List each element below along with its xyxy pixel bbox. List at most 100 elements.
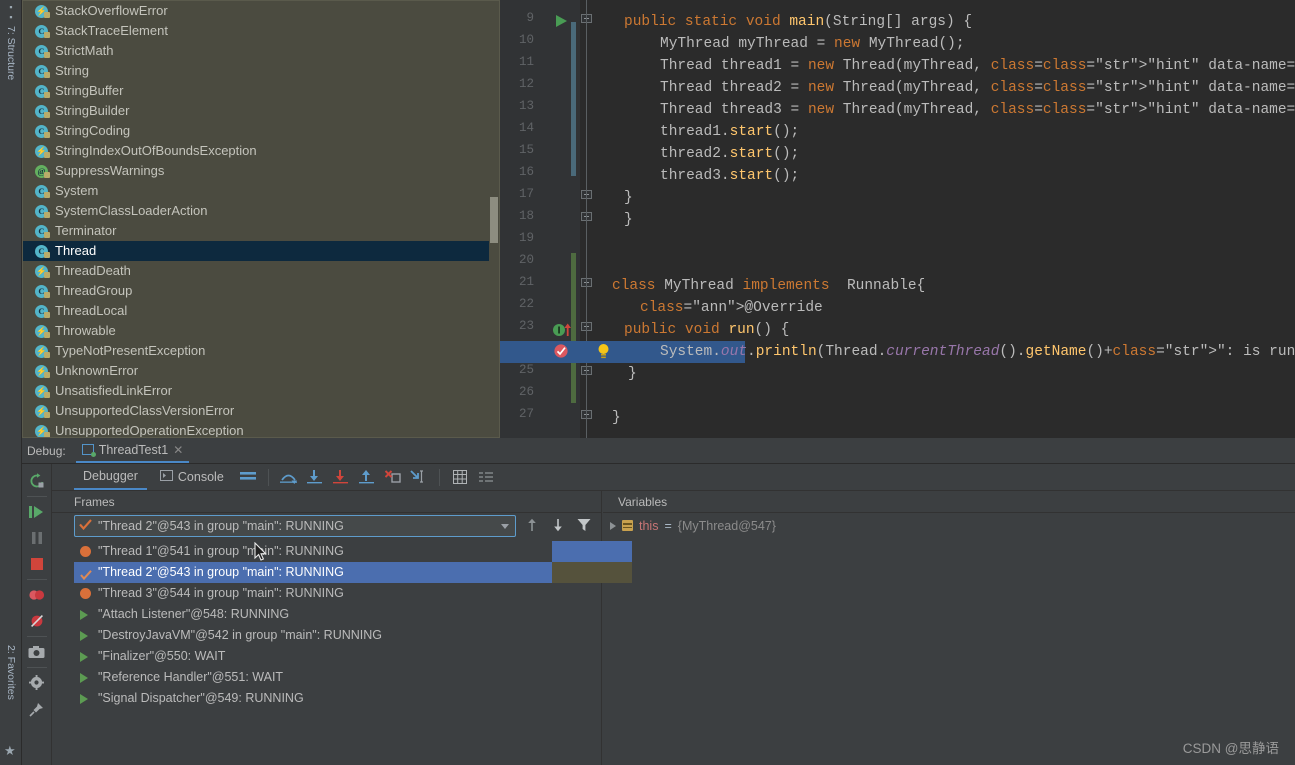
code-line[interactable] [594, 385, 660, 407]
code-line[interactable]: class="ann">@Override [594, 297, 823, 319]
force-step-into-icon[interactable] [330, 466, 352, 488]
completion-item[interactable]: C System [23, 181, 499, 201]
completion-list[interactable]: ⚡ StackOverflowError C StackTraceElement C St… [23, 1, 499, 438]
code-text-area[interactable]: public static void main(String[] args) {… [594, 0, 1295, 438]
run-to-cursor-icon[interactable] [408, 466, 430, 488]
completion-item[interactable]: C Terminator [23, 221, 499, 241]
code-line[interactable]: } [594, 187, 633, 209]
completion-scrollbar-thumb[interactable] [490, 197, 498, 243]
completion-item[interactable]: C String [23, 61, 499, 81]
rail-item-structure[interactable]: ▪▪ 7: Structure [0, 2, 22, 80]
step-out-icon[interactable] [356, 466, 378, 488]
completion-item-label: StringIndexOutOfBoundsException [55, 143, 257, 158]
rail-item-favorites[interactable]: 2: Favorites [0, 645, 22, 737]
completion-item[interactable]: C StringCoding [23, 121, 499, 141]
layout-settings-icon[interactable] [237, 466, 259, 488]
thread-row[interactable]: "DestroyJavaVM"@542 in group "main": RUN… [74, 625, 552, 646]
code-line[interactable]: class MyThread implements Runnable{ [594, 275, 925, 297]
code-line[interactable]: System.out.println(Thread.currentThread(… [594, 341, 1295, 363]
thread-row[interactable]: "Reference Handler"@551: WAIT [74, 667, 552, 688]
drop-frame-icon[interactable] [382, 466, 404, 488]
variable-row-this[interactable]: this = {MyThread@547} [603, 515, 1295, 536]
code-line[interactable]: thread3.start(); [594, 165, 799, 187]
thread-row[interactable]: "Finalizer"@550: WAIT [74, 646, 552, 667]
completion-item[interactable]: C StrictMath [23, 41, 499, 61]
code-line[interactable]: thread1.start(); [594, 121, 799, 143]
close-icon[interactable]: ✕ [173, 443, 183, 457]
fold-column[interactable] [578, 0, 594, 438]
completion-item[interactable]: C StringBuffer [23, 81, 499, 101]
breakpoint-icon[interactable] [553, 343, 569, 362]
lock-icon [44, 232, 50, 238]
code-line[interactable]: Thread thread3 = new Thread(myThread, cl… [594, 99, 1295, 121]
editor-gutter[interactable]: 9101112131415161718192021222324252627 [500, 0, 580, 438]
override-method-gutter-icon[interactable] [552, 322, 576, 341]
tab-console[interactable]: Console [151, 464, 233, 490]
camera-icon[interactable] [24, 639, 50, 665]
code-line[interactable] [594, 231, 660, 253]
view-breakpoints-list-icon[interactable] [475, 466, 497, 488]
line-number: 13 [518, 99, 534, 113]
completion-item[interactable]: C ThreadGroup [23, 281, 499, 301]
step-over-icon[interactable] [278, 466, 300, 488]
code-line[interactable]: MyThread myThread = new MyThread(); [594, 33, 965, 55]
completion-item-label: UnsupportedOperationException [55, 423, 244, 438]
arrow-up-icon[interactable] [524, 517, 542, 535]
code-line[interactable]: thread2.start(); [594, 143, 799, 165]
completion-item[interactable]: @ SuppressWarnings [23, 161, 499, 181]
completion-item[interactable]: ⚡ Throwable [23, 321, 499, 341]
rerun-icon[interactable] [24, 468, 50, 494]
completion-item[interactable]: C StackTraceElement [23, 21, 499, 41]
completion-item[interactable]: C StringBuilder [23, 101, 499, 121]
arrow-down-icon[interactable] [550, 517, 568, 535]
completion-item[interactable]: ⚡ UnsatisfiedLinkError [23, 381, 499, 401]
completion-scrollbar-track[interactable] [489, 1, 499, 437]
line-number: 15 [518, 143, 534, 157]
code-completion-popup[interactable]: ⚡ StackOverflowError C StackTraceElement C St… [22, 0, 500, 438]
thread-list[interactable]: "Thread 1"@541 in group "main": RUNNING "… [74, 541, 552, 709]
tab-debugger[interactable]: Debugger [74, 464, 147, 490]
star-icon[interactable]: ★ [4, 743, 16, 759]
settings-icon[interactable] [24, 670, 50, 696]
completion-item[interactable]: C Thread [23, 241, 499, 261]
completion-item[interactable]: ⚡ UnknownError [23, 361, 499, 381]
completion-item[interactable]: ⚡ UnsupportedClassVersionError [23, 401, 499, 421]
code-line[interactable]: Thread thread1 = new Thread(myThread, cl… [594, 55, 1295, 77]
evaluate-expression-icon[interactable] [449, 466, 471, 488]
resume-program-icon[interactable] [24, 499, 50, 525]
filter-icon[interactable] [576, 517, 594, 535]
mute-breakpoints-icon[interactable] [24, 608, 50, 634]
thread-row[interactable]: "Thread 3"@544 in group "main": RUNNING [74, 583, 552, 604]
completion-item[interactable]: ⚡ StackOverflowError [23, 1, 499, 21]
code-line[interactable]: public void run() { [594, 319, 789, 341]
code-line[interactable] [594, 253, 660, 275]
chevron-down-icon[interactable] [501, 524, 509, 529]
completion-item[interactable]: C ThreadLocal [23, 301, 499, 321]
thread-row-label: "Attach Listener"@548: RUNNING [98, 607, 290, 621]
running-thread-icon [80, 673, 88, 683]
run-gutter-icon[interactable] [555, 14, 568, 31]
code-line[interactable]: Thread thread2 = new Thread(myThread, cl… [594, 77, 1295, 99]
step-into-icon[interactable] [304, 466, 326, 488]
code-line[interactable]: public static void main(String[] args) { [594, 11, 972, 33]
thread-row[interactable]: "Attach Listener"@548: RUNNING [74, 604, 552, 625]
completion-item[interactable]: ⚡ StringIndexOutOfBoundsException [23, 141, 499, 161]
thread-row[interactable]: "Thread 2"@543 in group "main": RUNNING [74, 562, 552, 583]
stop-icon[interactable] [24, 551, 50, 577]
code-line[interactable]: } [594, 407, 621, 429]
view-breakpoints-icon[interactable] [24, 582, 50, 608]
completion-item-label: UnsatisfiedLinkError [55, 383, 173, 398]
thread-row[interactable]: "Thread 1"@541 in group "main": RUNNING [74, 541, 552, 562]
completion-item[interactable]: C SystemClassLoaderAction [23, 201, 499, 221]
debug-session-tab-threadtest1[interactable]: ThreadTest1 ✕ [75, 438, 190, 463]
completion-item[interactable]: ⚡ UnsupportedOperationException [23, 421, 499, 438]
thread-selector-dropdown[interactable]: "Thread 2"@543 in group "main": RUNNING [74, 515, 516, 537]
completion-item[interactable]: ⚡ TypeNotPresentException [23, 341, 499, 361]
thread-row[interactable]: "Signal Dispatcher"@549: RUNNING [74, 688, 552, 709]
code-line[interactable]: } [594, 363, 637, 385]
completion-item[interactable]: ⚡ ThreadDeath [23, 261, 499, 281]
code-line[interactable]: } [594, 209, 633, 231]
expand-caret-icon[interactable] [610, 521, 616, 530]
pin-icon[interactable] [24, 696, 50, 722]
lock-icon [44, 332, 50, 338]
